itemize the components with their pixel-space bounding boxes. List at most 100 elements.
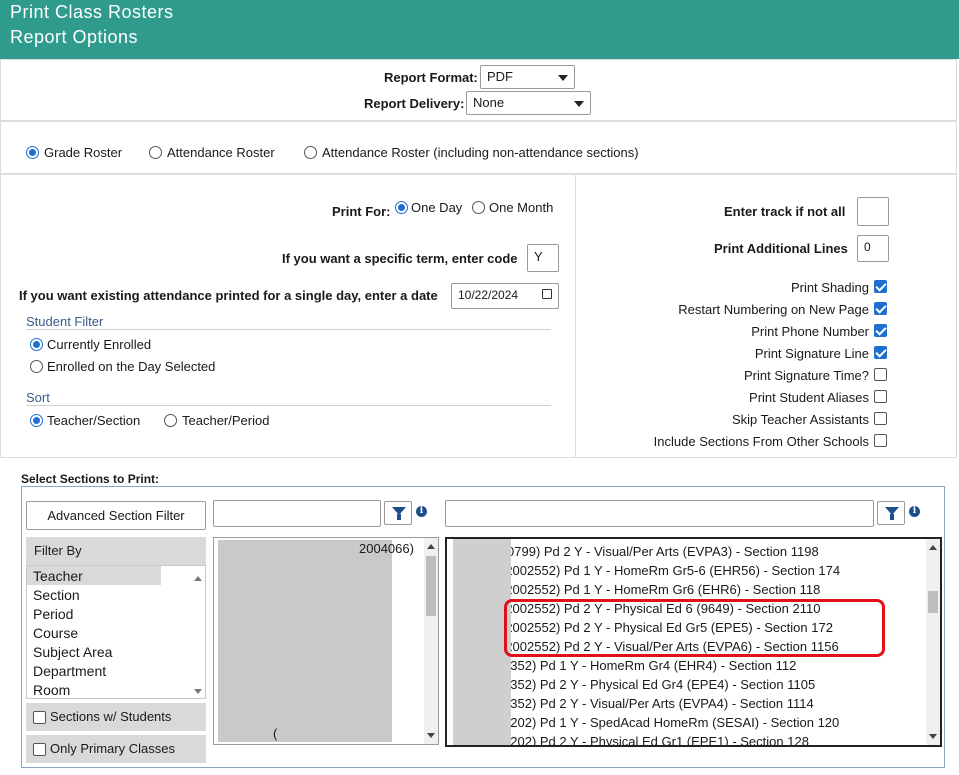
scroll-up-icon[interactable] (194, 576, 202, 581)
filter-by-item-period[interactable]: Period (33, 606, 73, 622)
report-format-panel: Report Format: PDF Report Delivery: None (0, 59, 957, 121)
filter-by-item-section[interactable]: Section (33, 587, 80, 603)
sections-with-students-checkbox[interactable] (33, 711, 46, 724)
checkbox-box[interactable] (874, 412, 887, 425)
grade-roster-label: Grade Roster (44, 145, 123, 160)
filter-by-item-label: Teacher (33, 568, 83, 584)
sort-title: Sort (26, 390, 50, 405)
checkbox-print-phone[interactable]: Print Phone Number (587, 323, 887, 343)
radio-enrolled-on-day[interactable] (30, 360, 43, 373)
attendance-roster-label: Attendance Roster (167, 145, 275, 160)
term-code-label: If you want a specific term, enter code (282, 251, 518, 266)
radio-teacher-period[interactable] (164, 414, 177, 427)
checkbox-include-other-schools[interactable]: Include Sections From Other Schools (587, 433, 887, 453)
checkbox-print-shading[interactable]: Print Shading (587, 279, 887, 299)
only-primary-classes-row[interactable]: Only Primary Classes (26, 735, 206, 763)
checkbox-label: Print Student Aliases (749, 390, 869, 405)
checkbox-box[interactable] (874, 434, 887, 447)
checkbox-box[interactable] (874, 280, 887, 293)
section-list-item[interactable]: (2002552) Pd 1 Y - HomeRm Gr6 (EHR6) - S… (501, 582, 820, 597)
one-day-label: One Day (411, 200, 463, 215)
checkbox-list: Print Shading Restart Numbering on New P… (581, 279, 891, 455)
checkbox-print-signature-time[interactable]: Print Signature Time? (587, 367, 887, 387)
teacher-list-item[interactable]: 2004066) (359, 541, 414, 556)
filter-icon (392, 507, 406, 520)
teacher-period-label: Teacher/Period (182, 413, 270, 428)
chevron-down-icon (558, 75, 568, 81)
checkbox-box[interactable] (874, 368, 887, 381)
radio-currently-enrolled[interactable] (30, 338, 43, 351)
radio-one-day[interactable] (395, 201, 408, 214)
report-delivery-select[interactable]: None (466, 91, 591, 115)
track-input[interactable] (857, 197, 889, 226)
section-list-item[interactable]: (2001352) Pd 2 Y - Visual/Per Arts (EVPA… (477, 696, 814, 711)
teacher-section-label: Teacher/Section (47, 413, 141, 428)
filter-by-scrollbar[interactable] (191, 566, 205, 698)
section-list-item[interactable]: (2001352) Pd 1 Y - HomeRm Gr4 (EHR4) - S… (477, 658, 796, 673)
report-delivery-label: Report Delivery: (364, 96, 465, 111)
track-label: Enter track if not all (724, 204, 846, 219)
radio-attendance-roster-nonattendance[interactable] (304, 146, 317, 159)
radio-attendance-roster[interactable] (149, 146, 162, 159)
advanced-section-filter-label: Advanced Section Filter (47, 508, 185, 523)
teacher-list-scrollbar[interactable] (424, 538, 438, 744)
scroll-thumb[interactable] (426, 556, 436, 616)
scroll-up-icon[interactable] (929, 545, 937, 550)
additional-lines-label: Print Additional Lines (714, 241, 848, 256)
scroll-down-icon[interactable] (929, 734, 937, 739)
teacher-search-input[interactable] (213, 500, 381, 527)
radio-grade-roster[interactable] (26, 146, 39, 159)
radio-teacher-section[interactable] (30, 414, 43, 427)
section-list-item[interactable]: (2000799) Pd 2 Y - Visual/Per Arts (EVPA… (481, 544, 819, 559)
checkbox-box[interactable] (874, 302, 887, 315)
checkbox-print-student-aliases[interactable]: Print Student Aliases (587, 389, 887, 409)
checkbox-restart-numbering[interactable]: Restart Numbering on New Page (587, 301, 887, 321)
filter-by-item-department[interactable]: Department (33, 663, 106, 679)
attendance-date-input[interactable]: 10/22/2024 (451, 283, 559, 309)
section-list-scrollbar[interactable] (926, 539, 940, 745)
filter-by-item-room[interactable]: Room (33, 682, 70, 698)
attendance-date-value: 10/22/2024 (458, 288, 519, 302)
radio-one-month[interactable] (472, 201, 485, 214)
options-divider (575, 175, 576, 458)
sections-with-students-row[interactable]: Sections w/ Students (26, 703, 206, 731)
scroll-down-icon[interactable] (427, 733, 435, 738)
section-list-item[interactable]: (2003202) Pd 1 Y - SpedAcad HomeRm (SESA… (477, 715, 839, 730)
checkbox-box[interactable] (874, 390, 887, 403)
section-search-input[interactable] (445, 500, 874, 527)
page-subtitle: Report Options (10, 27, 139, 47)
teacher-list-item[interactable]: ( (273, 726, 277, 741)
student-filter-title: Student Filter (26, 314, 104, 329)
scroll-down-icon[interactable] (194, 689, 202, 694)
sort-divider (26, 405, 551, 406)
filter-by-item-course[interactable]: Course (33, 625, 78, 641)
checkbox-skip-teacher-assistants[interactable]: Skip Teacher Assistants (587, 411, 887, 431)
section-list-item[interactable]: (2002552) Pd 1 Y - HomeRm Gr5-6 (EHR56) … (501, 563, 840, 578)
checkbox-box[interactable] (874, 346, 887, 359)
info-icon[interactable]: i (416, 506, 427, 517)
advanced-section-filter-button[interactable]: Advanced Section Filter (26, 501, 206, 530)
section-list[interactable]: (2000799) Pd 2 Y - Visual/Per Arts (EVPA… (445, 537, 942, 747)
filter-by-item-subject-area[interactable]: Subject Area (33, 644, 112, 660)
section-filter-button[interactable] (877, 501, 905, 525)
info-icon[interactable]: i (909, 506, 920, 517)
checkbox-label: Restart Numbering on New Page (678, 302, 869, 317)
attendance-roster-nonattendance-label: Attendance Roster (including non-attenda… (322, 145, 639, 160)
checkbox-box[interactable] (874, 324, 887, 337)
term-code-input[interactable]: Y (527, 244, 559, 272)
only-primary-classes-checkbox[interactable] (33, 743, 46, 756)
teacher-filter-button[interactable] (384, 501, 412, 525)
section-list-item[interactable]: (2003202) Pd 2 Y - Physical Ed Gr1 (EPE1… (477, 734, 809, 745)
checkbox-print-signature-line[interactable]: Print Signature Line (587, 345, 887, 365)
section-list-item[interactable]: (2001352) Pd 2 Y - Physical Ed Gr4 (EPE4… (477, 677, 815, 692)
scroll-up-icon[interactable] (427, 544, 435, 549)
one-month-label: One Month (489, 200, 554, 215)
scroll-thumb[interactable] (928, 591, 938, 613)
calendar-icon[interactable] (542, 289, 552, 299)
teacher-list[interactable]: 2004066) ( (213, 537, 439, 745)
filter-by-list[interactable]: Teacher Section Period Course Subject Ar… (26, 565, 206, 699)
additional-lines-input[interactable]: 0 (857, 235, 889, 262)
report-format-select[interactable]: PDF (480, 65, 575, 89)
sections-with-students-label: Sections w/ Students (50, 709, 172, 724)
filter-by-item-teacher[interactable]: Teacher (27, 566, 161, 585)
